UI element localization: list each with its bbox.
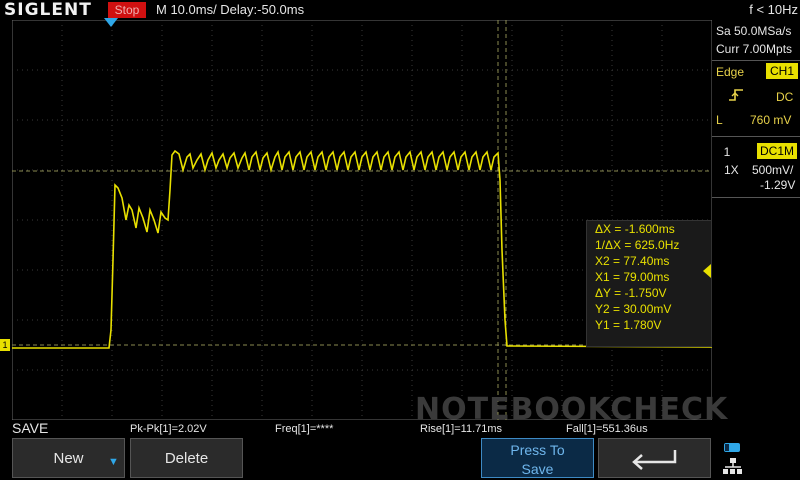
press-to-save-button[interactable]: Press To Save <box>481 438 594 478</box>
cursor-y2: Y2 = 30.00mV <box>595 302 672 316</box>
press-to-save-line1: Press To <box>510 442 565 458</box>
measurement-rise: Rise[1]=11.71ms <box>420 423 503 435</box>
back-button[interactable] <box>598 438 711 478</box>
press-to-save-line2: Save <box>521 461 554 477</box>
brand-logo: SIGLENT <box>4 0 92 20</box>
probe-attenuation: 1X <box>724 163 739 177</box>
divider <box>712 197 800 198</box>
trigger-level-label: L <box>716 113 723 127</box>
cursor-delta-y: ΔY = -1.750V <box>595 286 667 300</box>
frequency-counter: f < 10Hz <box>749 2 798 17</box>
delete-button-label: Delete <box>164 450 209 467</box>
vertical-offset[interactable]: -1.29V <box>760 178 795 192</box>
measurement-freq: Freq[1]=**** <box>275 423 334 435</box>
usb-network-icon <box>723 443 742 474</box>
cursor-delta-x: ΔX = -1.600ms <box>595 222 675 236</box>
chevron-down-icon: ▼ <box>108 456 119 468</box>
trigger-position-marker[interactable] <box>104 18 118 27</box>
delete-button[interactable]: Delete <box>130 438 243 478</box>
timebase-readout[interactable]: M 10.0ms/ Delay:-50.0ms <box>156 1 304 19</box>
measurement-fall: Fall[1]=551.36us <box>566 423 648 435</box>
ch1-offset-marker[interactable]: 1 <box>0 339 10 351</box>
watermark: NOTEBOOKCHECK <box>415 392 729 427</box>
sample-rate: Sa 50.0MSa/s <box>716 24 792 38</box>
return-arrow-icon <box>631 450 676 470</box>
divider <box>712 60 800 61</box>
channel-coupling-badge[interactable]: DC1M <box>757 143 797 159</box>
rising-edge-icon <box>729 89 743 101</box>
cursor-readout-panel: ΔX = -1.600ms 1/ΔX = 625.0Hz X2 = 77.40m… <box>586 220 712 347</box>
divider <box>712 136 800 137</box>
cursor-inverse-delta-x: 1/ΔX = 625.0Hz <box>595 238 680 252</box>
menu-title: SAVE <box>12 420 49 436</box>
cursor-y1: Y1 = 1.780V <box>595 318 662 332</box>
trigger-level[interactable]: 760 mV <box>750 113 791 127</box>
cursor-level-marker[interactable] <box>703 264 711 278</box>
cursor-x1: X1 = 79.00ms <box>595 270 670 284</box>
cursor-x2: X2 = 77.40ms <box>595 254 670 268</box>
channel-number[interactable]: 1 <box>716 144 738 160</box>
trigger-coupling[interactable]: DC <box>776 90 793 104</box>
vertical-scale[interactable]: 500mV/ <box>752 163 793 177</box>
new-button-label: New <box>53 450 84 467</box>
measurement-pkpk: Pk-Pk[1]=2.02V <box>130 423 207 435</box>
memory-depth: Curr 7.00Mpts <box>716 42 793 56</box>
run-state-badge[interactable]: Stop <box>108 2 146 18</box>
trigger-type[interactable]: Edge <box>716 65 744 79</box>
trigger-source-badge[interactable]: CH1 <box>766 63 798 79</box>
